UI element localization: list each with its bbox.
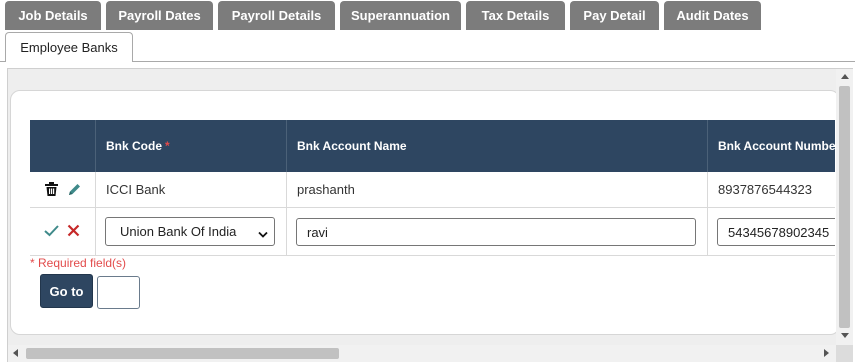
- scroll-right-arrow-icon[interactable]: [824, 349, 829, 357]
- column-header-account-name: Bnk Account Name: [286, 120, 707, 172]
- trash-icon[interactable]: [45, 182, 58, 199]
- tab-divider: [132, 61, 855, 62]
- tab-pay-detail[interactable]: Pay Detail: [570, 1, 659, 30]
- tab-bar: Job Details Payroll Dates Payroll Detail…: [5, 1, 766, 30]
- column-header-label: Bnk Code: [106, 139, 163, 153]
- check-icon[interactable]: [44, 224, 59, 240]
- vertical-scroll-thumb[interactable]: [839, 86, 850, 328]
- column-header-bank-code: Bnk Code *: [95, 120, 286, 172]
- tab-tax-details[interactable]: Tax Details: [466, 1, 565, 30]
- required-fields-note: * Required field(s): [30, 256, 127, 270]
- horizontal-scrollbar[interactable]: [8, 345, 836, 362]
- tab-audit-dates[interactable]: Audit Dates: [664, 1, 761, 30]
- employee-form-page: Job Details Payroll Dates Payroll Detail…: [0, 0, 855, 362]
- table-row: ICCI Bank prashanth 8937876544323: [30, 172, 835, 208]
- bank-code-selected-value: Union Bank Of India: [120, 224, 237, 239]
- column-header-account-number: Bnk Account Numbe: [707, 120, 835, 172]
- horizontal-scroll-thumb[interactable]: [26, 348, 339, 359]
- table-header: Bnk Code * Bnk Account Name Bnk Account N…: [30, 120, 835, 172]
- column-header-label: Bnk Account Numbe: [718, 139, 835, 153]
- bank-code-cell: ICCI Bank: [95, 172, 286, 207]
- account-name-input[interactable]: ravi: [296, 218, 696, 246]
- scroll-down-arrow-icon[interactable]: [841, 333, 849, 338]
- scroll-up-arrow-icon[interactable]: [841, 74, 849, 79]
- tab-employee-banks[interactable]: Employee Banks: [5, 32, 133, 62]
- scroll-left-arrow-icon[interactable]: [13, 349, 18, 357]
- chevron-down-icon: [258, 227, 268, 242]
- scrollbar-corner: [836, 345, 853, 362]
- tab-payroll-dates[interactable]: Payroll Dates: [106, 1, 213, 30]
- tab-payroll-details[interactable]: Payroll Details: [218, 1, 335, 30]
- required-marker: *: [165, 139, 170, 153]
- cancel-x-icon[interactable]: [67, 224, 80, 240]
- goto-button[interactable]: Go to: [40, 274, 93, 308]
- column-header-label: Bnk Account Name: [297, 139, 407, 153]
- account-name-cell: prashanth: [286, 172, 707, 207]
- edit-pencil-icon[interactable]: [67, 182, 82, 200]
- account-number-input[interactable]: 54345678902345: [717, 218, 835, 246]
- table-row-editing: Union Bank Of India ravi 54345678902345: [30, 208, 835, 256]
- bank-table-container: Bnk Code * Bnk Account Name Bnk Account N…: [10, 90, 835, 335]
- goto-page-input[interactable]: [97, 276, 140, 309]
- tab-divider: [0, 61, 5, 62]
- vertical-scrollbar[interactable]: [836, 69, 853, 345]
- account-number-cell: 8937876544323: [707, 172, 835, 207]
- actions-column-header: [30, 120, 95, 172]
- tab-superannuation[interactable]: Superannuation: [340, 1, 461, 30]
- bank-code-select[interactable]: Union Bank Of India: [105, 217, 275, 246]
- tab-job-details[interactable]: Job Details: [5, 1, 101, 30]
